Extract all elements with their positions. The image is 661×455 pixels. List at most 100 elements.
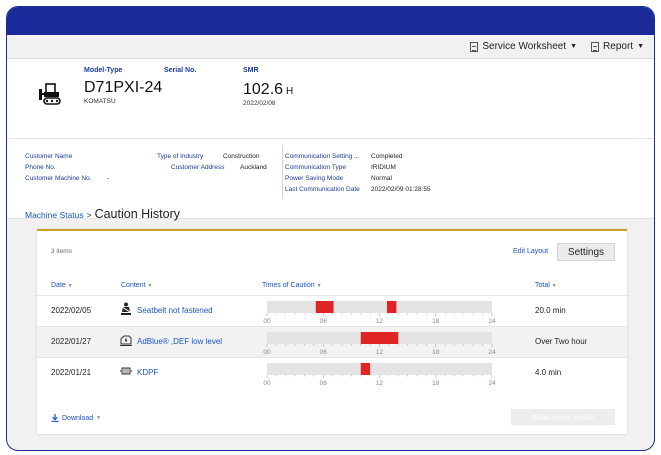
last-comm-value: 2022/02/09 01:28:55 [371, 186, 431, 193]
adblue-icon [120, 335, 132, 346]
row-date: 2022/01/21 [51, 368, 92, 377]
download-icon [51, 414, 59, 422]
timeline-tick-label: 06 [320, 349, 328, 356]
timeline-track [267, 301, 492, 313]
row-total: Over Two hour [535, 337, 588, 346]
column-header-total[interactable]: Total ▼ [535, 282, 557, 289]
timeline-track [267, 363, 492, 375]
smr-unit: H [286, 86, 294, 97]
caution-history-card: 3 items Edit Layout Settings Date ▼ Conte… [37, 229, 627, 434]
report-label: Report [603, 41, 634, 52]
maker-value: KOMATSU [84, 98, 116, 105]
customer-name-label: Customer Name [25, 153, 73, 160]
timeline-tick-label: 18 [432, 380, 440, 387]
last-comm-label: Last Communication Date [285, 186, 360, 193]
sort-caret-icon: ▼ [316, 283, 322, 289]
customer-machine-value: - [107, 175, 110, 182]
model-type-label: Model-Type [84, 67, 123, 74]
caution-interval-bar [315, 301, 334, 313]
comm-type-value: IRIDIUM [371, 164, 396, 171]
column-header-date[interactable]: Date ▼ [51, 282, 73, 289]
timeline-tick-label: 24 [488, 349, 496, 356]
comm-setting-label: Communication Setting ... [285, 153, 360, 160]
timeline-tick-label: 00 [263, 349, 271, 356]
caution-timeline: 00 06 12 18 24 [263, 363, 496, 387]
date-header-label: Date [51, 282, 66, 289]
power-saving-value: Normal [371, 175, 392, 182]
row-date: 2022/01/27 [51, 337, 92, 346]
service-worksheet-button[interactable]: Service Worksheet ▼ [470, 41, 577, 52]
power-saving-label: Power Saving Mode [285, 175, 344, 182]
industry-value: Construction [223, 153, 260, 160]
timeline-tick-label: 12 [376, 349, 384, 356]
sort-caret-icon: ▼ [67, 283, 73, 289]
caution-interval-bar [360, 363, 371, 375]
comm-type-label: Communication Type [285, 164, 346, 171]
service-worksheet-label: Service Worksheet [482, 41, 567, 52]
toolbar: Service Worksheet ▼ Report ▼ [7, 35, 654, 59]
caution-timeline: 00 06 12 18 24 [263, 301, 496, 325]
caret-down-icon: ▼ [637, 43, 644, 50]
column-header-content[interactable]: Content ▼ [121, 282, 152, 289]
show-more-results-button[interactable]: Show more results [511, 409, 615, 425]
serial-no-label: Serial No. [164, 67, 197, 74]
top-navigation-bar [7, 7, 654, 35]
customer-machine-label: Customer Machine No. [25, 175, 92, 182]
timeline-tick-label: 12 [376, 380, 384, 387]
timeline-tick-label: 12 [376, 318, 384, 325]
document-icon [470, 41, 479, 52]
edit-layout-link[interactable]: Edit Layout [513, 248, 548, 255]
app-window: Service Worksheet ▼ Report ▼ Model-Type … [6, 6, 655, 451]
kdpf-icon [120, 367, 132, 375]
timeline-tick-label: 18 [432, 318, 440, 325]
row-content-link[interactable]: KDPF [137, 368, 158, 377]
row-content-link[interactable]: Seatbelt not fastened [137, 306, 213, 315]
address-value: Auckland [240, 164, 267, 171]
comm-setting-value: Completed [371, 153, 403, 160]
row-total: 20.0 min [535, 306, 566, 315]
breadcrumb: Machine Status > Caution History [25, 207, 180, 221]
caution-interval-bar [360, 332, 399, 344]
times-header-label: Times of Caution [262, 282, 315, 289]
divider [282, 145, 283, 199]
caret-down-icon: ▼ [96, 415, 102, 421]
machine-summary: Model-Type Serial No. SMR D71PXI-24 KOMA… [7, 59, 654, 139]
phone-label: Phone No. [25, 164, 56, 171]
smr-value: 102.6 [243, 81, 284, 98]
row-total: 4.0 min [535, 368, 562, 377]
model-value: D71PXI-24 [84, 79, 163, 96]
address-label: Customer Address [171, 164, 225, 171]
item-count: 3 items [51, 248, 72, 255]
sort-caret-icon: ▼ [551, 283, 557, 289]
download-label: Download [62, 414, 94, 422]
page-title: Caution History [94, 207, 181, 221]
timeline-tick-label: 06 [320, 318, 328, 325]
sort-caret-icon: ▼ [147, 283, 153, 289]
timeline-tick-label: 24 [488, 318, 496, 325]
bulldozer-icon [39, 83, 61, 105]
settings-button[interactable]: Settings [557, 243, 615, 261]
caution-interval-bar [387, 301, 397, 313]
row-content-link[interactable]: AdBlue® ,DEF low level [137, 337, 222, 346]
timeline-tick-label: 00 [263, 318, 271, 325]
row-date: 2022/02/05 [51, 306, 92, 315]
seatbelt-icon [121, 302, 131, 315]
smr-label: SMR [243, 67, 259, 74]
table-row: 2022/01/27 AdBlue® ,DEF low level 00 06 12… [37, 326, 627, 357]
timeline-tick-label: 06 [320, 380, 328, 387]
total-header-label: Total [535, 282, 550, 289]
caret-down-icon: ▼ [570, 43, 578, 50]
report-button[interactable]: Report ▼ [591, 41, 644, 52]
content-header-label: Content [121, 282, 146, 289]
table-row: 2022/02/05 Seatbelt not fastened 00 06 12 1… [37, 295, 627, 326]
timeline-tick-label: 00 [263, 380, 271, 387]
breadcrumb-machine-status-link[interactable]: Machine Status [25, 210, 84, 220]
timeline-tick-label: 18 [432, 349, 440, 356]
caution-timeline: 00 06 12 18 24 [263, 332, 496, 356]
table-row: 2022/01/21 KDPF 00 06 12 18 24 4.0 min [37, 357, 627, 388]
industry-label: Type of Industry [157, 153, 204, 160]
timeline-tick-label: 24 [488, 380, 496, 387]
download-button[interactable]: Download ▼ [51, 414, 101, 422]
smr-value-group: 102.6 H [243, 81, 293, 99]
column-header-times[interactable]: Times of Caution ▼ [262, 282, 322, 289]
